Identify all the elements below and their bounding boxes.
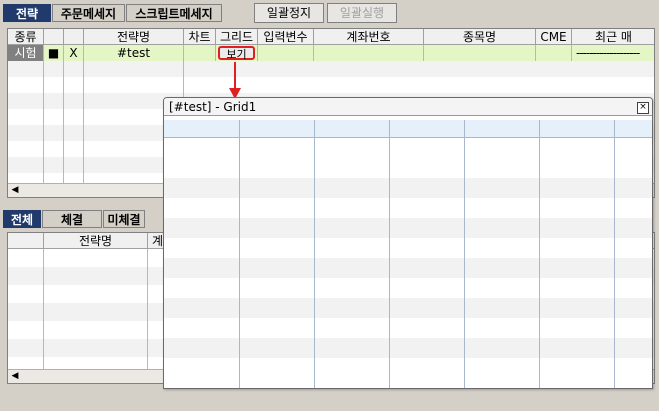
row-stripe (8, 61, 654, 77)
tab-all[interactable]: 전체 (3, 210, 41, 228)
grid-view-button[interactable]: 보기 (218, 46, 255, 61)
col-divider (63, 45, 64, 185)
close-icon[interactable]: × (637, 102, 649, 114)
table-row[interactable]: 시험 ■ X #test 보기 ------------------- (8, 45, 654, 61)
col-header-strategy-name[interactable]: 전략명 (84, 29, 184, 45)
cell-grid: 보기 (216, 45, 258, 61)
scroll-left-arrow-icon[interactable]: ◀ (10, 185, 20, 196)
col-header-item-name[interactable]: 종목명 (424, 29, 536, 45)
cell-input-vars (258, 45, 314, 61)
row-stripe (164, 178, 652, 198)
col-header-account[interactable]: 계좌번호 (314, 29, 424, 45)
run-all-button[interactable]: 일괄실행 (327, 3, 397, 23)
tab-filled[interactable]: 체결 (42, 210, 102, 228)
col-header-chart[interactable]: 차트 (184, 29, 216, 45)
col-header-cme[interactable]: CME (536, 29, 572, 45)
popup-title-bar[interactable]: [#test] - Grid1 × (164, 98, 652, 116)
tab-order-messages[interactable]: 주문메세지 (52, 4, 125, 22)
col-header-input-vars[interactable]: 입력변수 (258, 29, 314, 45)
col-header-grid[interactable]: 그리드 (216, 29, 258, 45)
col-header-x[interactable] (64, 29, 84, 45)
col-divider (239, 120, 240, 388)
col-divider (83, 45, 84, 185)
stop-all-button[interactable]: 일괄정지 (254, 3, 324, 23)
tab-strategy[interactable]: 전략 (3, 4, 51, 22)
popup-grid-header (164, 120, 652, 138)
col-divider (147, 249, 148, 371)
col-divider (539, 120, 540, 388)
row-stripe (164, 338, 652, 358)
grid-popup-window[interactable]: [#test] - Grid1 × (163, 97, 653, 389)
cell-cme (536, 45, 572, 61)
cell-x: X (64, 45, 84, 61)
tab-unfilled[interactable]: 미체결 (103, 210, 145, 228)
row-stripe (164, 298, 652, 318)
col-divider (389, 120, 390, 388)
col-divider (43, 45, 44, 185)
col-divider (43, 249, 44, 371)
popup-title: [#test] - Grid1 (169, 100, 257, 114)
scroll-left-arrow-icon[interactable]: ◀ (10, 371, 20, 382)
col-divider (314, 120, 315, 388)
col-header-flag[interactable] (44, 29, 64, 45)
cell-item-name (424, 45, 536, 61)
col-header-recent[interactable]: 최근 매 (572, 29, 654, 45)
col-divider (614, 120, 615, 388)
col-divider (464, 120, 465, 388)
row-stripe (164, 218, 652, 238)
cell-recent: ------------------- (572, 45, 654, 61)
cell-type: 시험 (8, 45, 44, 61)
cell-account (314, 45, 424, 61)
row-stripe (164, 258, 652, 278)
cell-flag: ■ (44, 45, 64, 61)
cell-chart (184, 45, 216, 61)
col-header-strategy-name[interactable]: 전략명 (44, 233, 148, 249)
col-header-blank[interactable] (8, 233, 44, 249)
col-header-type[interactable]: 종류 (8, 29, 44, 45)
tab-script-messages[interactable]: 스크립트메세지 (126, 4, 222, 22)
cell-strategy-name: #test (84, 45, 184, 61)
